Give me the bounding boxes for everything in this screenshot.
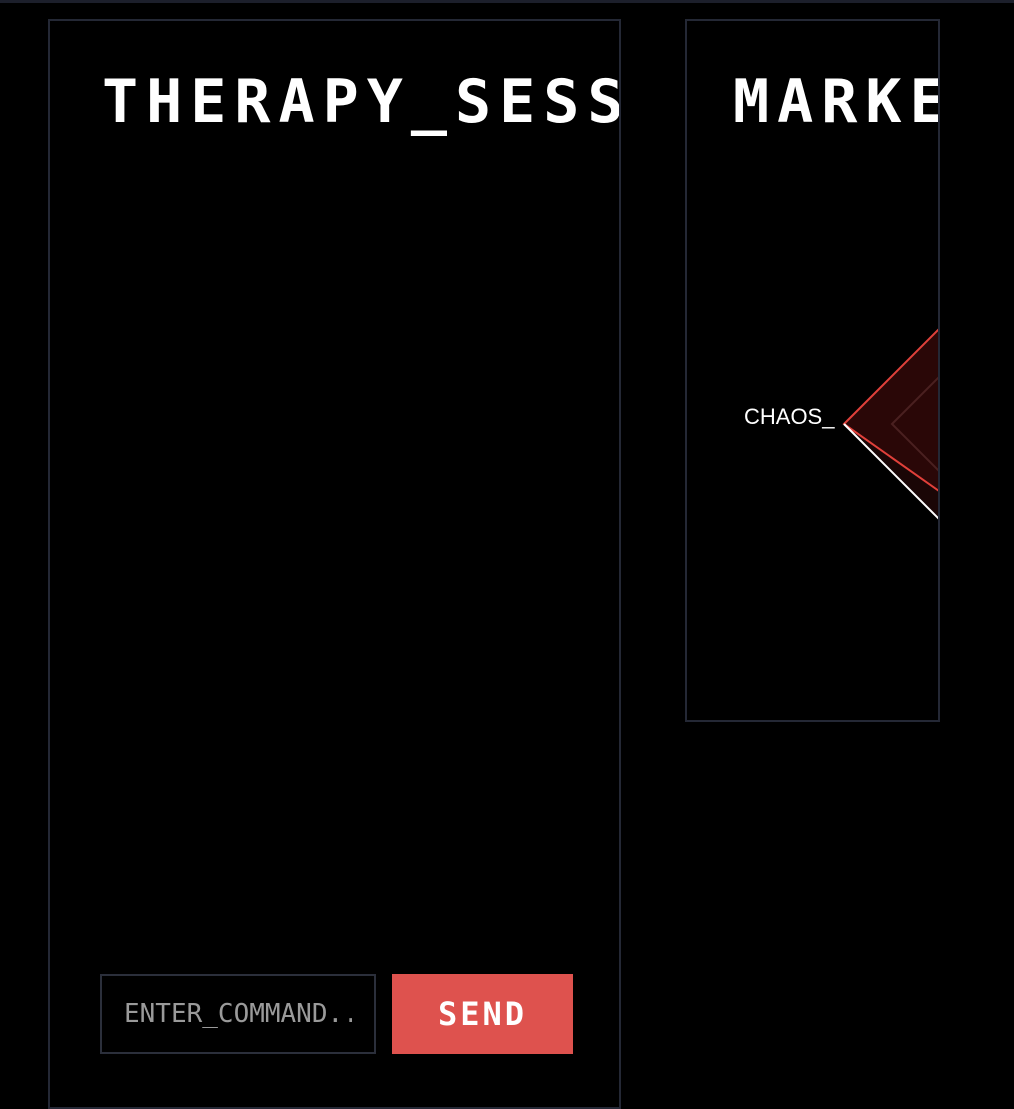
radar-axis-label-chaos: CHAOS_ [744,404,835,429]
top-bar [0,0,1014,3]
market-panel: MARKET CHAOS_ [685,19,940,722]
radar-chart: CHAOS_ [744,328,938,520]
send-button[interactable]: SEND [392,974,573,1054]
command-input[interactable] [100,974,376,1054]
therapy-session-panel: THERAPY_SESSION SEND [48,19,621,1109]
therapy-session-title: THERAPY_SESSION [102,67,619,137]
